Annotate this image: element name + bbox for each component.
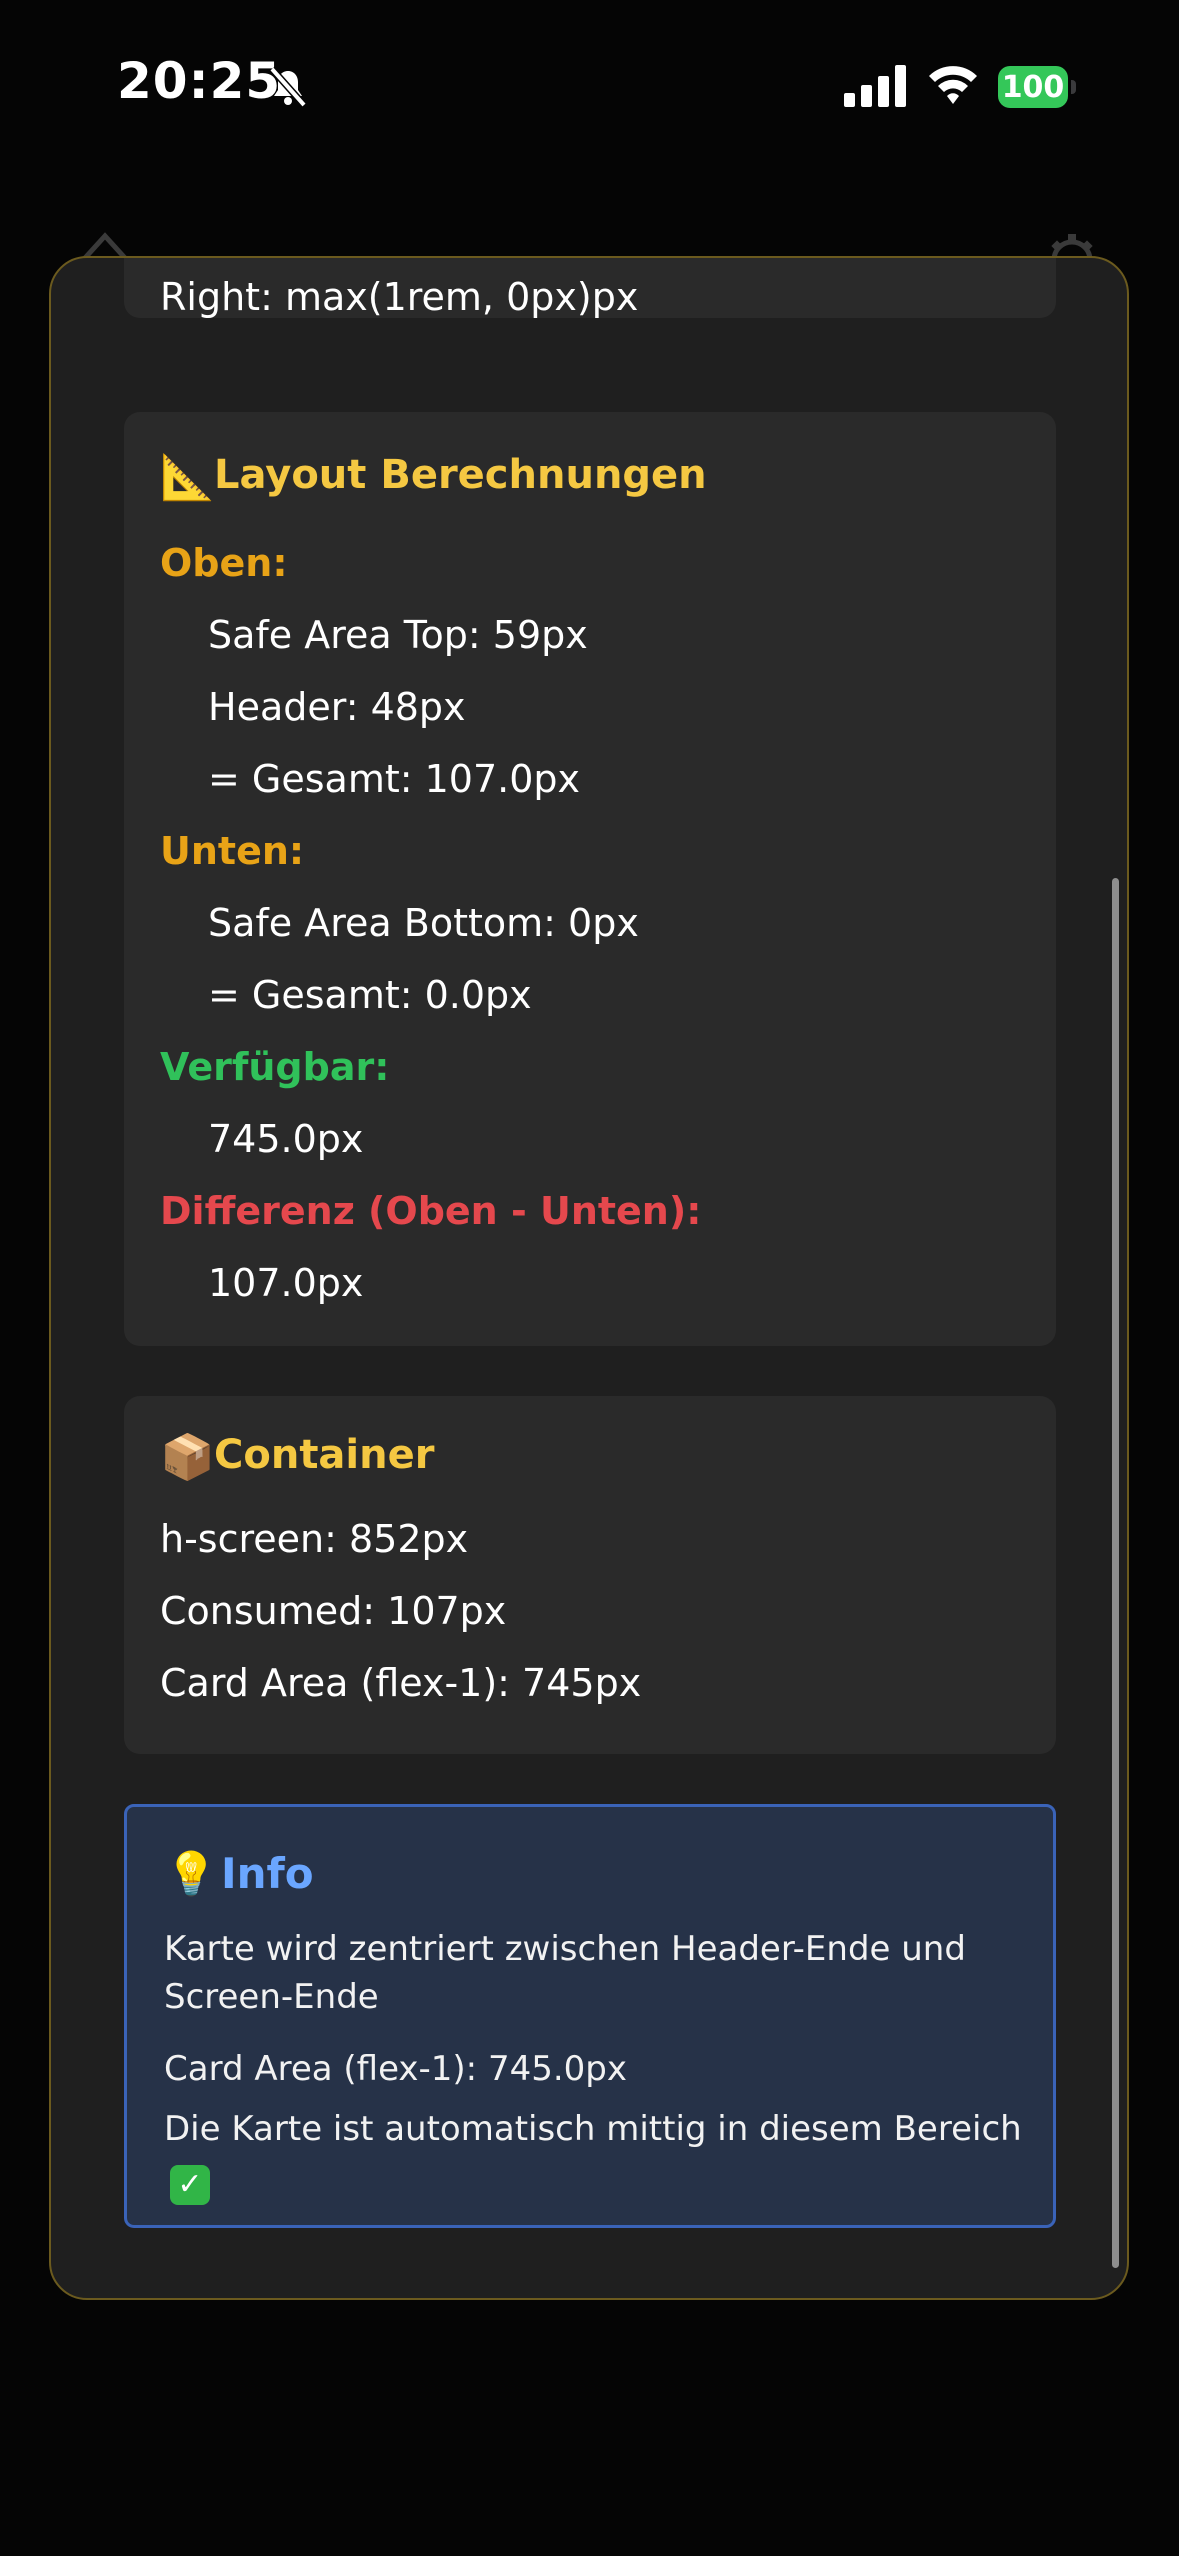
battery-level: 100 xyxy=(998,66,1068,108)
container-card: 📦Container h-screen: 852px Consumed: 107… xyxy=(124,1396,1056,1754)
status-bar: 20:25 100 xyxy=(0,0,1179,175)
check-mark-icon: ✓ xyxy=(170,2165,210,2205)
debug-sheet[interactable]: Right: max(1rem, 0px)px 📐Layout Berechnu… xyxy=(49,256,1129,2300)
triangle-ruler-icon: 📐 xyxy=(160,452,215,503)
available-value: 745.0px xyxy=(208,1117,364,1161)
container-card-title: 📦Container xyxy=(160,1432,434,1481)
layout-card-title-text: Layout Berechnungen xyxy=(214,452,707,498)
info-title: 💡Info xyxy=(165,1849,314,1899)
top-line: = Gesamt: 107.0px xyxy=(208,757,581,801)
info-text: Karte wird zentriert zwischen Header-End… xyxy=(164,1929,966,2017)
signal-icon xyxy=(844,65,906,107)
viewport-card: Right: max(1rem, 0px)px xyxy=(124,258,1056,319)
layout-card: 📐Layout Berechnungen Oben: Safe Area Top… xyxy=(124,412,1056,1346)
container-line: Consumed: 107px xyxy=(160,1589,507,1633)
info-box: 💡Info Karte wird zentriert zwischen Head… xyxy=(124,1804,1056,2228)
bottom-line: = Gesamt: 0.0px xyxy=(208,973,532,1017)
difference-value: 107.0px xyxy=(208,1261,364,1305)
difference-label: Differenz (Oben - Unten): xyxy=(160,1189,702,1233)
bottom-label: Unten: xyxy=(160,829,305,873)
info-text-body: Die Karte ist automatisch mittig in dies… xyxy=(164,2109,1022,2149)
top-label: Oben: xyxy=(160,541,288,585)
info-text: Card Area (flex-1): 745.0px xyxy=(164,2049,627,2089)
package-icon: 📦 xyxy=(160,1432,215,1483)
top-line: Header: 48px xyxy=(208,685,466,729)
battery-indicator: 100 xyxy=(998,66,1076,108)
info-title-text: Info xyxy=(221,1849,314,1898)
info-text: Die Karte ist automatisch mittig in dies… xyxy=(164,2105,1024,2205)
available-label: Verfügbar: xyxy=(160,1045,390,1089)
bell-off-icon xyxy=(269,66,307,108)
status-time: 20:25 xyxy=(117,52,282,110)
wifi-icon xyxy=(929,66,977,104)
right-inset-line: Right: max(1rem, 0px)px xyxy=(160,275,639,319)
top-line: Safe Area Top: 59px xyxy=(208,613,588,657)
container-line: Card Area (flex-1): 745px xyxy=(160,1661,642,1705)
container-line: h-screen: 852px xyxy=(160,1517,469,1561)
container-card-title-text: Container xyxy=(214,1432,435,1478)
battery-nub xyxy=(1071,80,1076,94)
bottom-line: Safe Area Bottom: 0px xyxy=(208,901,639,945)
layout-card-title: 📐Layout Berechnungen xyxy=(160,452,707,501)
light-bulb-icon: 💡 xyxy=(165,1849,218,1898)
scrollbar[interactable] xyxy=(1112,878,1119,2268)
